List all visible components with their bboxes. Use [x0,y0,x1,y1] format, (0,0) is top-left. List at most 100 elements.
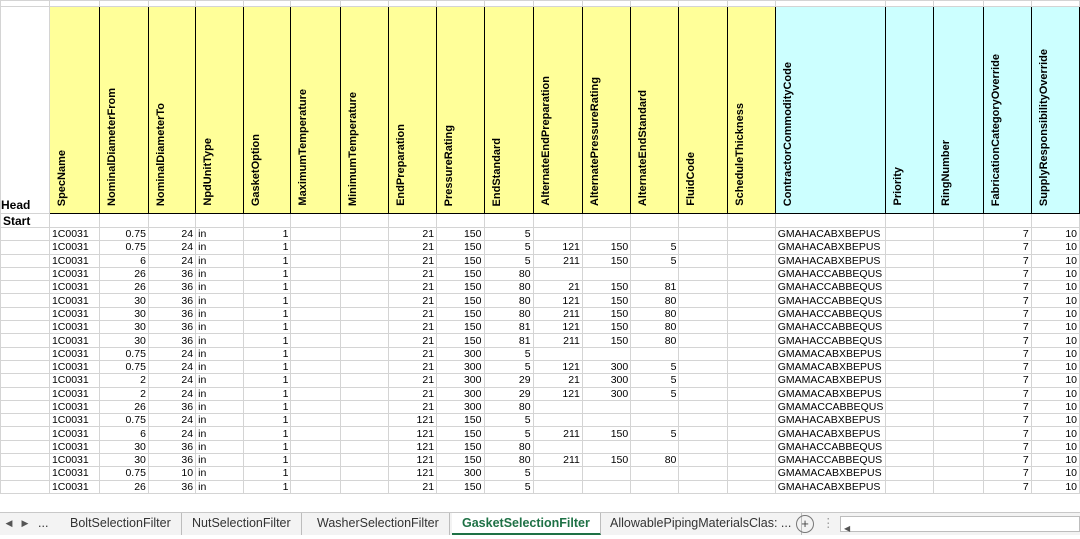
grid-cell[interactable]: 0.75 [99,413,149,428]
grid-cell[interactable] [726,466,776,481]
grid-cell[interactable] [933,479,984,494]
grid-cell[interactable] [885,479,935,494]
grid-cell[interactable] [0,293,50,308]
tab-scroll-next-icon[interactable]: ▶ [18,513,32,535]
grid-cell[interactable]: 1C0031 [48,426,101,441]
spreadsheet-grid[interactable]: Head SpecName NominalDiameterFrom NominalDi… [0,0,1080,512]
grid-cell[interactable]: GMAHACCABBEQUS [774,266,887,282]
grid-cell[interactable]: 5 [630,386,680,401]
grid-cell[interactable] [933,346,984,361]
grid-cell[interactable]: 1 [243,453,292,468]
grid-cell[interactable]: 10 [1030,320,1080,335]
grid-cell[interactable] [885,426,935,441]
grid-cell[interactable] [0,320,50,335]
grid-cell[interactable] [290,320,341,335]
grid-cell[interactable]: 5 [483,466,534,481]
grid-cell[interactable] [885,399,935,415]
grid-cell[interactable]: 21 [387,479,438,494]
grid-cell[interactable]: in [195,399,245,415]
grid-cell[interactable]: 0.75 [99,466,149,481]
grid-cell[interactable]: 10 [147,466,197,481]
grid-cell[interactable]: 10 [1030,439,1080,455]
grid-cell[interactable] [48,213,101,228]
grid-cell[interactable] [290,293,341,308]
grid-cell[interactable] [630,399,680,415]
grid-cell[interactable] [0,346,50,361]
grid-cell[interactable] [339,266,389,282]
grid-cell[interactable] [581,399,632,415]
column-header-end-standard[interactable]: EndStandard [483,6,534,214]
grid-cell[interactable] [885,226,935,242]
grid-cell[interactable] [532,213,583,228]
grid-cell[interactable]: 36 [147,293,197,308]
grid-cell[interactable] [290,359,341,375]
grid-cell[interactable] [0,386,50,401]
grid-cell[interactable]: in [195,333,245,348]
grid-cell[interactable] [678,333,728,348]
grid-cell[interactable]: 10 [1030,293,1080,308]
grid-cell[interactable]: GMAMACABXBEPUS [774,346,887,361]
grid-cell[interactable] [339,426,389,441]
grid-cell[interactable] [885,346,935,361]
grid-cell[interactable]: 7 [982,386,1032,401]
grid-cell[interactable] [339,413,389,428]
grid-cell[interactable] [581,466,632,481]
grid-cell[interactable]: 10 [1030,373,1080,388]
grid-cell[interactable]: 10 [1030,346,1080,361]
grid-cell[interactable]: 5 [630,240,680,255]
grid-cell[interactable] [581,213,632,228]
grid-cell[interactable]: 5 [483,479,534,494]
column-header-ring-number[interactable]: RingNumber [933,6,984,214]
grid-cell[interactable]: 5 [483,426,534,441]
grid-cell[interactable] [885,466,935,481]
grid-cell[interactable] [726,306,776,322]
grid-cell[interactable] [933,320,984,335]
tab-split-handle-icon[interactable]: ⋮ [822,513,835,535]
grid-cell[interactable] [885,306,935,322]
grid-cell[interactable]: 121 [532,320,583,335]
grid-cell[interactable] [933,466,984,481]
grid-cell[interactable] [726,253,776,268]
grid-cell[interactable] [0,226,50,242]
grid-cell[interactable] [0,280,50,295]
grid-cell[interactable] [339,306,389,322]
grid-cell[interactable]: 2 [99,386,149,401]
grid-cell[interactable]: 300 [436,386,485,401]
grid-cell[interactable]: 7 [982,266,1032,282]
grid-cell[interactable] [630,479,680,494]
grid-cell[interactable] [339,439,389,455]
grid-cell[interactable] [339,453,389,468]
grid-cell[interactable] [678,253,728,268]
grid-cell[interactable]: 24 [147,240,197,255]
grid-cell[interactable]: 21 [387,226,438,242]
grid-cell[interactable]: 150 [436,253,485,268]
tab-bolt-selection-filter[interactable]: BoltSelectionFilter [60,513,182,535]
grid-cell[interactable] [885,266,935,282]
grid-cell[interactable]: 150 [581,320,632,335]
grid-cell[interactable]: 10 [1030,426,1080,441]
grid-cell[interactable]: 5 [630,359,680,375]
grid-cell[interactable] [532,479,583,494]
grid-cell[interactable]: in [195,413,245,428]
grid-cell[interactable] [933,253,984,268]
grid-cell[interactable] [339,466,389,481]
grid-cell[interactable]: 26 [99,280,149,295]
grid-cell[interactable] [99,213,149,228]
grid-cell[interactable] [678,453,728,468]
grid-cell[interactable]: 1 [243,359,292,375]
grid-cell[interactable]: 24 [147,373,197,388]
grid-cell[interactable]: in [195,479,245,494]
grid-cell[interactable]: 21 [387,253,438,268]
grid-cell[interactable]: 1C0031 [48,413,101,428]
grid-cell[interactable] [630,213,680,228]
grid-cell[interactable]: 1C0031 [48,333,101,348]
grid-cell[interactable]: GMAHACCABBEQUS [774,320,887,335]
grid-cell[interactable] [290,479,341,494]
grid-cell[interactable] [630,466,680,481]
grid-cell[interactable]: 21 [387,306,438,322]
grid-cell[interactable]: 24 [147,386,197,401]
grid-cell[interactable]: 211 [532,453,583,468]
grid-cell[interactable] [290,453,341,468]
grid-cell[interactable]: 1 [243,426,292,441]
grid-cell[interactable] [726,226,776,242]
